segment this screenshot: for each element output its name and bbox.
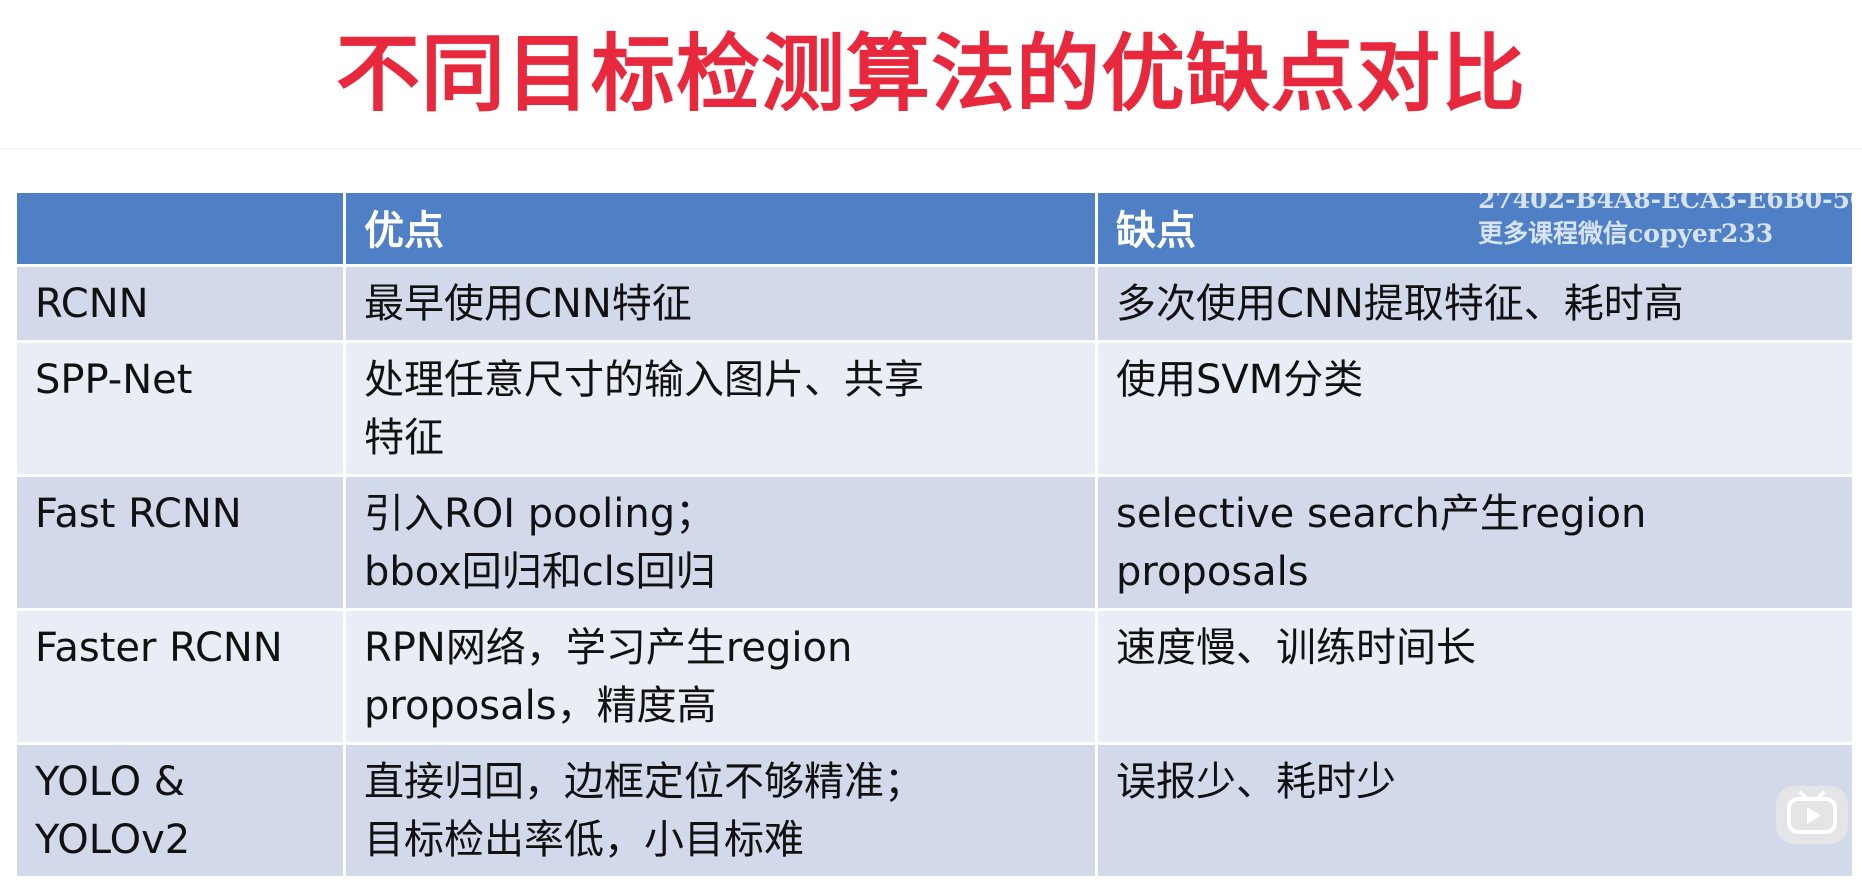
cons-text: selective search产生region <box>1116 491 1647 537</box>
play-button[interactable] <box>1776 786 1848 844</box>
pros-text: proposals，精度高 <box>364 683 717 729</box>
algorithm-cell: YOLO & YOLOv2 <box>14 742 346 879</box>
cons-cell: 使用SVM分类 <box>1095 340 1855 477</box>
pros-text: RPN网络，学习产生region <box>364 625 853 671</box>
header-algorithm <box>14 190 346 267</box>
cons-text: 误报少、耗时少 <box>1116 759 1396 805</box>
cons-cell: 多次使用CNN提取特征、耗时高 <box>1095 264 1855 343</box>
table-row: Fast RCNN 引入ROI pooling； bbox回归和cls回归 se… <box>14 474 1855 611</box>
pros-text: bbox回归和cls回归 <box>364 549 716 595</box>
algorithm-name: SPP-Net <box>35 357 193 403</box>
play-icon <box>1787 791 1837 834</box>
title-divider <box>0 148 1862 149</box>
algorithm-name: YOLO & <box>35 759 185 805</box>
algorithm-cell: Fast RCNN <box>14 474 346 611</box>
algorithm-cell: SPP-Net <box>14 340 346 477</box>
table-row: SPP-Net 处理任意尺寸的输入图片、共享 特征 使用SVM分类 <box>14 340 1855 477</box>
watermark-code: 27402-B4A8-ECA3-E6B0-5C1 <box>1478 185 1862 214</box>
pros-text: 特征 <box>364 415 444 461</box>
pros-cell: RPN网络，学习产生region proposals，精度高 <box>343 608 1098 745</box>
comparison-table: 优点 缺点 RCNN 最早使用CNN特征 多次使用CNN提取特征、耗时高 SPP… <box>14 190 1855 879</box>
cons-text: proposals <box>1116 549 1309 595</box>
pros-cell: 最早使用CNN特征 <box>343 264 1098 343</box>
pros-text: 最早使用CNN特征 <box>364 281 692 327</box>
algorithm-cell: RCNN <box>14 264 346 343</box>
header-pros: 优点 <box>343 190 1098 267</box>
table-row: Faster RCNN RPN网络，学习产生region proposals，精… <box>14 608 1855 745</box>
pros-cell: 引入ROI pooling； bbox回归和cls回归 <box>343 474 1098 611</box>
table-row: RCNN 最早使用CNN特征 多次使用CNN提取特征、耗时高 <box>14 264 1855 343</box>
algorithm-name: RCNN <box>35 281 149 327</box>
cons-text: 多次使用CNN提取特征、耗时高 <box>1116 281 1684 327</box>
pros-text: 引入ROI pooling； <box>364 491 716 537</box>
pros-text: 目标检出率低，小目标难 <box>364 817 804 863</box>
pros-text: 处理任意尺寸的输入图片、共享 <box>364 357 924 403</box>
pros-text: 直接归回，边框定位不够精准； <box>364 759 924 805</box>
watermark: 27402-B4A8-ECA3-E6B0-5C1 更多课程微信copyer233 <box>1478 183 1862 251</box>
table-row: YOLO & YOLOv2 直接归回，边框定位不够精准； 目标检出率低，小目标难… <box>14 742 1855 879</box>
algorithm-name: YOLOv2 <box>35 817 191 863</box>
algorithm-name: Faster RCNN <box>35 625 283 671</box>
slide-title: 不同目标检测算法的优缺点对比 <box>335 25 1526 123</box>
cons-cell: 误报少、耗时少 <box>1095 742 1855 879</box>
watermark-text: 更多课程微信copyer233 <box>1478 219 1774 248</box>
pros-cell: 直接归回，边框定位不够精准； 目标检出率低，小目标难 <box>343 742 1098 879</box>
cons-text: 速度慢、训练时间长 <box>1116 625 1476 671</box>
pros-cell: 处理任意尺寸的输入图片、共享 特征 <box>343 340 1098 477</box>
algorithm-cell: Faster RCNN <box>14 608 346 745</box>
cons-cell: selective search产生region proposals <box>1095 474 1855 611</box>
cons-cell: 速度慢、训练时间长 <box>1095 608 1855 745</box>
algorithm-name: Fast RCNN <box>35 491 242 537</box>
cons-text: 使用SVM分类 <box>1116 357 1364 403</box>
